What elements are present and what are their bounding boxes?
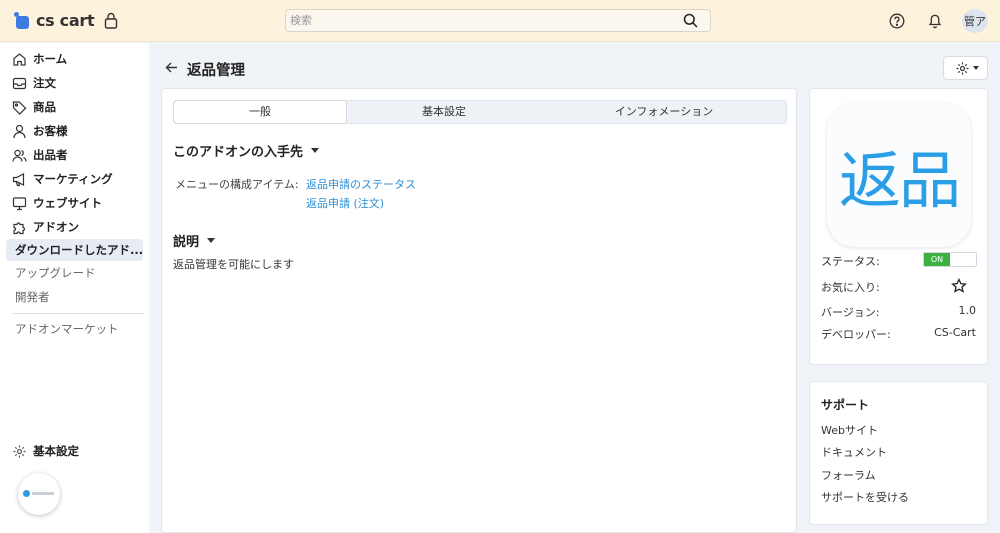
search-input[interactable] xyxy=(286,10,676,31)
toggle-on-label: ON xyxy=(924,253,950,266)
page-title: 返品管理 xyxy=(187,63,245,79)
avatar[interactable]: 管ア xyxy=(962,9,988,33)
cs-cart-logo[interactable]: cs cart xyxy=(14,11,95,30)
developer-value: CS-Cart xyxy=(934,326,976,339)
sidebar-item-customers[interactable]: お客様 xyxy=(12,121,68,141)
sidebar-item-addons[interactable]: アドオン xyxy=(12,217,79,237)
tab-settings[interactable]: 基本設定 xyxy=(346,101,542,123)
sidebar-item-home[interactable]: ホーム xyxy=(12,49,67,69)
status-label: ステータス: xyxy=(821,255,880,268)
version-label: バージョン: xyxy=(821,306,880,319)
floating-badge[interactable] xyxy=(18,473,60,515)
sidebar-item-downloaded-addons[interactable]: ダウンロードしたアド... xyxy=(6,239,143,261)
addon-info-card: 返品 ステータス: ON お気に入り: バージョン: 1.0 デベロッパー: C… xyxy=(809,88,988,365)
version-value: 1.0 xyxy=(958,304,977,317)
caret-down-icon xyxy=(311,148,320,153)
top-bar: cs cart 管ア xyxy=(0,0,1000,42)
main-content-card: 一般 基本設定 インフォメーション このアドオンの入手先 メニューの構成アイテム… xyxy=(161,88,797,533)
back-arrow-icon[interactable] xyxy=(164,60,179,75)
sidebar-item-label: 商品 xyxy=(33,100,56,114)
sidebar-item-upgrade[interactable]: アップグレード xyxy=(15,263,96,283)
menu-items-label: メニューの構成アイテム: xyxy=(175,178,299,191)
sidebar-item-orders[interactable]: 注文 xyxy=(12,73,56,93)
support-card: サポート Webサイト ドキュメント フォーラム サポートを受ける xyxy=(809,381,988,525)
support-link-website[interactable]: Webサイト xyxy=(821,422,878,438)
lock-icon[interactable] xyxy=(104,12,118,29)
support-title: サポート xyxy=(821,398,870,412)
user-icon xyxy=(13,124,26,138)
star-icon[interactable] xyxy=(951,278,967,294)
caret-down-icon xyxy=(207,238,216,243)
caret-down-icon xyxy=(973,66,979,70)
tag-icon xyxy=(12,100,27,115)
favorite-label: お気に入り: xyxy=(821,281,880,294)
bell-icon[interactable] xyxy=(927,12,943,29)
sidebar-item-label: ホーム xyxy=(33,52,68,66)
sidebar-item-products[interactable]: 商品 xyxy=(12,97,56,117)
section-title: このアドオンの入手先 xyxy=(173,145,304,160)
gear-icon xyxy=(13,445,26,457)
section-title: 説明 xyxy=(173,235,200,250)
sidebar-divider xyxy=(12,313,144,314)
sidebar-item-label: アドオン xyxy=(33,220,79,234)
monitor-icon xyxy=(12,196,27,210)
sidebar-item-label: ダウンロードしたアド... xyxy=(15,243,144,257)
sidebar-item-marketing[interactable]: マーケティング xyxy=(12,169,113,189)
help-icon[interactable] xyxy=(889,13,905,29)
support-link-docs[interactable]: ドキュメント xyxy=(821,444,887,460)
sidebar-item-label: 開発者 xyxy=(15,290,50,304)
search-box xyxy=(285,9,711,32)
logo-mark-icon xyxy=(14,12,31,29)
sidebar-item-label: 基本設定 xyxy=(33,444,79,458)
sidebar-item-label: マーケティング xyxy=(33,172,113,186)
sidebar-item-label: アドオンマーケット xyxy=(15,322,119,336)
addon-app-icon: 返品 xyxy=(827,103,971,247)
sidebar-item-label: 注文 xyxy=(33,76,56,90)
tab-bar: 一般 基本設定 インフォメーション xyxy=(173,100,787,124)
sidebar-item-label: ウェブサイト xyxy=(33,196,102,210)
sidebar-item-developer[interactable]: 開発者 xyxy=(15,287,50,307)
status-toggle[interactable]: ON xyxy=(923,252,977,267)
sidebar-item-addon-market[interactable]: アドオンマーケット xyxy=(15,319,119,339)
search-icon[interactable] xyxy=(683,13,698,28)
users-icon xyxy=(12,149,27,162)
sidebar-item-label: お客様 xyxy=(33,124,68,138)
inbox-icon xyxy=(12,77,27,89)
tab-general[interactable]: 一般 xyxy=(174,101,346,123)
addon-icon-text: 返品 xyxy=(838,144,961,217)
sidebar-item-label: 出品者 xyxy=(33,148,68,162)
return-status-link[interactable]: 返品申請のステータス xyxy=(306,176,416,192)
tab-information[interactable]: インフォメーション xyxy=(542,101,786,123)
support-link-get-support[interactable]: サポートを受ける xyxy=(821,489,909,505)
sidebar-item-vendors[interactable]: 出品者 xyxy=(12,145,68,165)
logo-text: cs cart xyxy=(36,11,95,30)
support-link-forum[interactable]: フォーラム xyxy=(821,467,876,483)
return-request-link[interactable]: 返品申請 (注文) xyxy=(306,195,384,211)
badge-logo-icon xyxy=(23,489,55,497)
developer-label: デベロッパー: xyxy=(821,328,891,341)
description-section-header[interactable]: 説明 xyxy=(173,231,216,250)
megaphone-icon xyxy=(12,172,25,186)
description-text: 返品管理を可能にします xyxy=(173,258,294,271)
sidebar-item-settings[interactable]: 基本設定 xyxy=(12,441,79,461)
gear-icon xyxy=(956,62,969,75)
sidebar-item-label: アップグレード xyxy=(15,266,96,280)
home-icon xyxy=(13,52,26,66)
source-section-header[interactable]: このアドオンの入手先 xyxy=(173,141,320,160)
settings-menu-button[interactable] xyxy=(943,56,988,80)
sidebar-item-website[interactable]: ウェブサイト xyxy=(12,193,102,213)
puzzle-icon xyxy=(13,221,26,234)
sidebar: ホーム 注文 商品 お客様 出品者 マーケティング ウェブサイト アドオン ダウ… xyxy=(0,43,149,533)
